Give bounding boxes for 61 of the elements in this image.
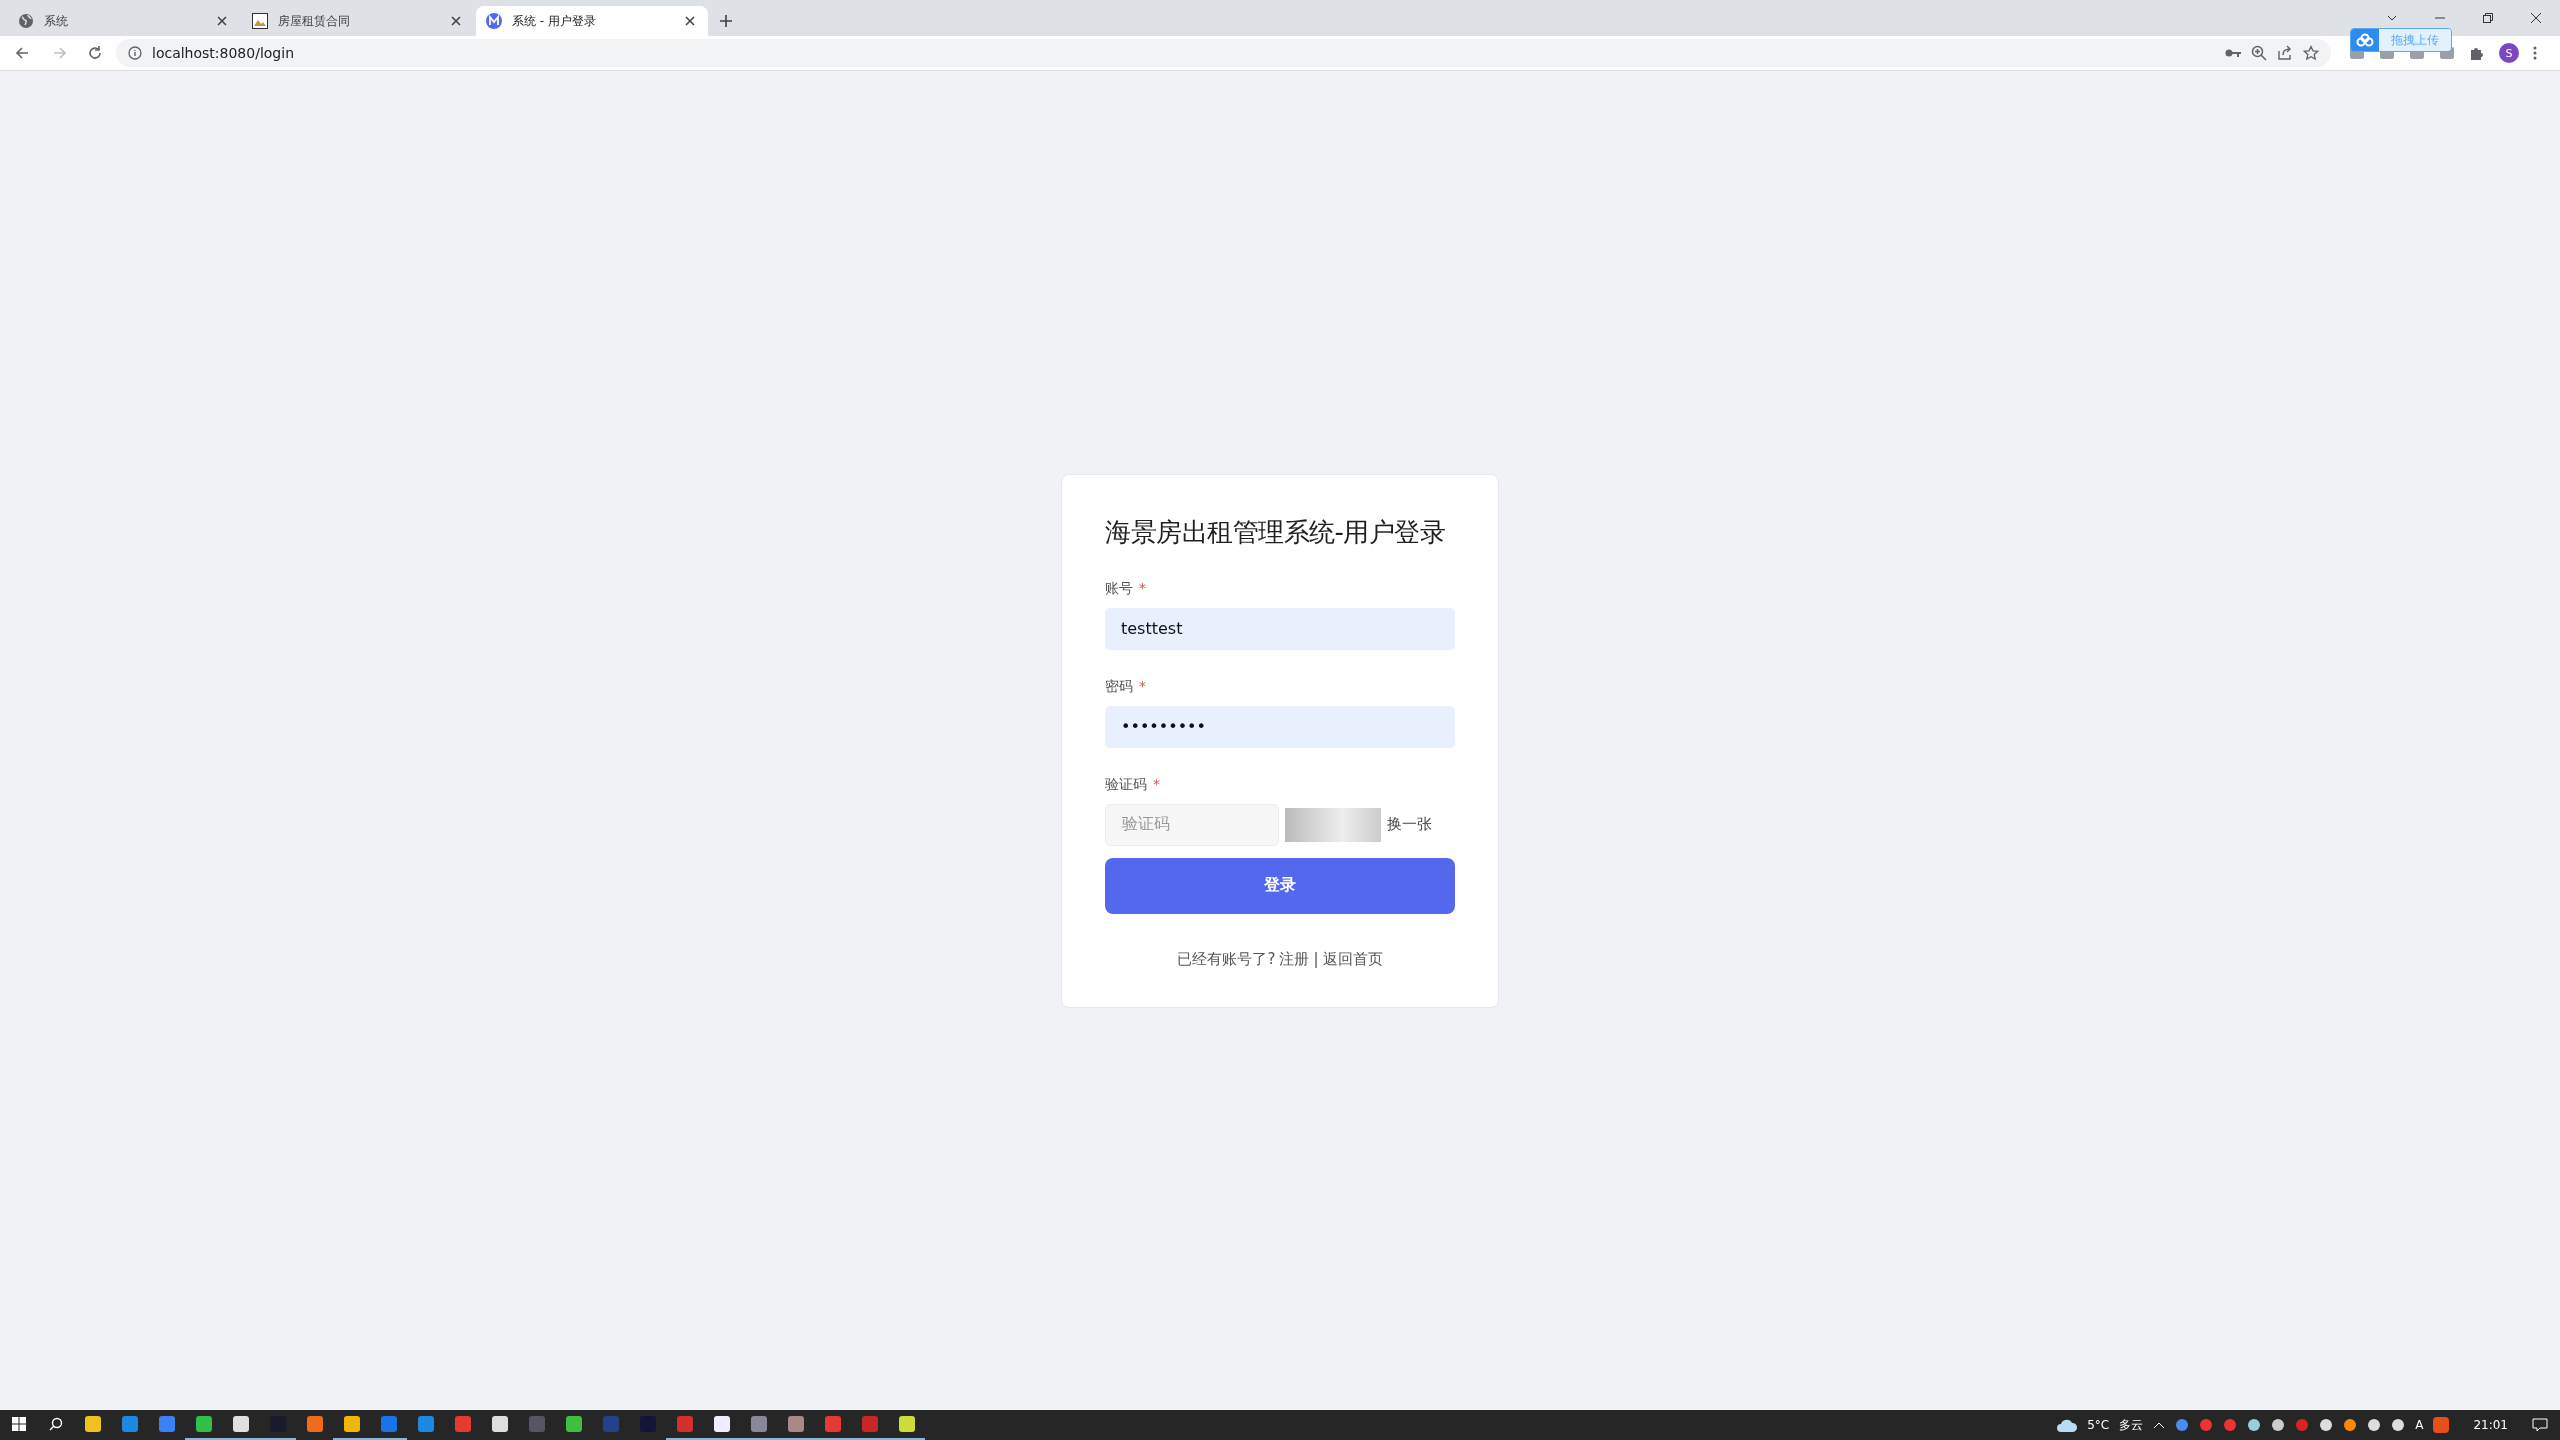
separator: | (1313, 949, 1319, 969)
field-label: 密码 (1105, 677, 1133, 696)
new-tab-icon[interactable] (718, 13, 734, 29)
reload-icon[interactable] (87, 45, 103, 61)
key-icon[interactable] (2225, 48, 2241, 58)
temperature[interactable]: 5°C (2087, 1418, 2110, 1432)
browser-tab[interactable]: 系统 (8, 6, 240, 36)
address-bar[interactable]: localhost:8080/login (116, 39, 2331, 67)
input-field[interactable]: ••••••••• (1105, 705, 1455, 748)
app-icon[interactable] (84, 1416, 101, 1432)
clock[interactable]: 21:01 (2473, 1418, 2508, 1432)
cloud-icon[interactable] (2057, 1418, 2078, 1432)
picture-icon (252, 13, 268, 29)
keyboard-app-icon[interactable] (2433, 1417, 2450, 1433)
globe-icon (18, 13, 34, 29)
notification-icon[interactable] (2532, 1418, 2548, 1432)
app-icon[interactable] (565, 1416, 582, 1432)
field-label: 验证码 (1105, 775, 1147, 794)
browser-tab[interactable]: 系统 - 用户登录 (476, 6, 708, 36)
required-mark: * (1139, 677, 1146, 696)
app-icon[interactable] (343, 1416, 360, 1432)
close-icon[interactable] (2530, 12, 2542, 24)
input-field[interactable]: testtest (1105, 607, 1455, 650)
restore-icon[interactable] (2482, 12, 2494, 24)
tray-icon[interactable] (2247, 1418, 2262, 1432)
field-label: 账号 (1105, 579, 1133, 598)
search-icon[interactable] (48, 1417, 63, 1431)
logo-icon (486, 13, 502, 29)
tray-icon[interactable] (2175, 1418, 2190, 1432)
footer-prompt: 已经有账号了? (1177, 949, 1276, 969)
chevron-up-icon[interactable] (2153, 1421, 2166, 1429)
required-mark: * (1139, 579, 1146, 598)
profile-avatar[interactable]: S (2499, 43, 2519, 63)
tray-icon[interactable] (2271, 1418, 2286, 1432)
info-icon[interactable] (128, 46, 142, 60)
share-icon[interactable] (2277, 45, 2293, 61)
star-icon[interactable] (2303, 45, 2319, 61)
app-icon[interactable] (898, 1416, 915, 1432)
zoom-icon[interactable] (2251, 45, 2267, 61)
input-method-indicator[interactable]: A (2415, 1418, 2424, 1432)
login-button[interactable]: 登录 (1105, 857, 1455, 914)
windows-start-icon[interactable] (11, 1417, 26, 1431)
app-icon[interactable] (491, 1416, 508, 1432)
home-link[interactable]: 返回首页 (1322, 949, 1383, 969)
weather-condition[interactable]: 多云 (2119, 1416, 2144, 1434)
puzzle-icon[interactable] (2469, 45, 2485, 61)
refresh-captcha-link[interactable]: 换一张 (1387, 815, 1432, 834)
cloud-icon (2356, 33, 2374, 47)
login-title: 海景房出租管理系统-用户登录 (1105, 515, 1447, 549)
required-mark: * (1153, 775, 1160, 794)
app-icon[interactable] (195, 1416, 212, 1432)
tray-icon[interactable] (2343, 1418, 2358, 1432)
register-link[interactable]: 注册 (1279, 949, 1310, 969)
browser-tab[interactable]: 房屋租赁合同 (242, 6, 474, 36)
menu-icon[interactable] (2533, 46, 2537, 60)
back-arrow-icon[interactable] (15, 45, 31, 61)
app-icon[interactable] (713, 1416, 730, 1432)
app-icon[interactable] (232, 1416, 249, 1432)
tray-icon[interactable] (2367, 1418, 2382, 1432)
tray-icon[interactable] (2391, 1418, 2406, 1432)
tray-icon[interactable] (2319, 1418, 2334, 1432)
